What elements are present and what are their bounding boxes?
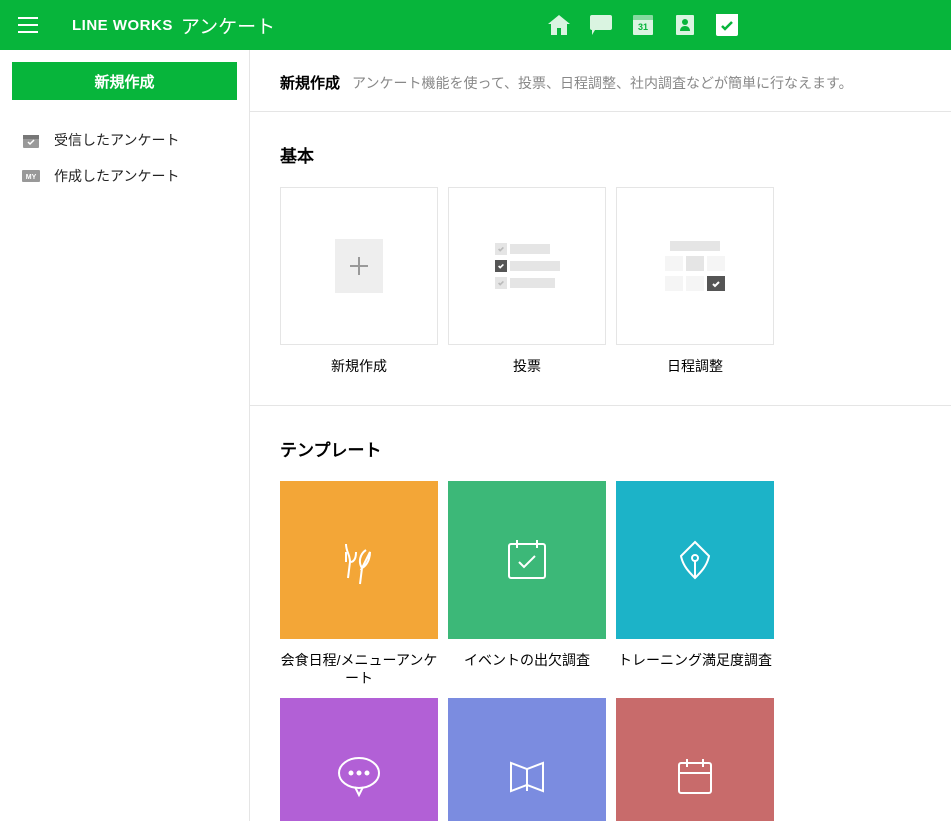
logo-brand: LINE WORKS xyxy=(72,17,173,34)
inbox-icon xyxy=(22,131,40,149)
card-label: イベントの出欠調査 xyxy=(448,651,606,669)
logo-app: アンケート xyxy=(181,12,275,39)
home-icon[interactable] xyxy=(547,13,571,37)
my-icon: MY xyxy=(22,167,40,185)
plus-icon xyxy=(335,239,383,293)
template-card-training[interactable]: トレーニング満足度調査 xyxy=(616,481,774,687)
vote-icon xyxy=(495,243,560,289)
template-card-design[interactable]: デザインへの意見調査 xyxy=(280,698,438,821)
app-header: LINE WORKS アンケート 31 xyxy=(0,0,951,50)
intro-desc: アンケート機能を使って、投票、日程調整、社内調査などが簡単に行なえます。 xyxy=(352,73,853,93)
calendar-icon[interactable]: 31 xyxy=(631,13,655,37)
schedule-icon xyxy=(665,241,725,291)
card-label: 日程調整 xyxy=(616,357,774,375)
header-nav: 31 xyxy=(547,13,739,37)
chat-icon[interactable] xyxy=(589,13,613,37)
svg-text:31: 31 xyxy=(638,22,648,32)
templates-section: テンプレート 会食日程/メニューアンケート イベントの出欠調査 トレーニング満足… xyxy=(250,406,951,821)
card-label: 新規作成 xyxy=(280,357,438,375)
card-label: トレーニング満足度調査 xyxy=(616,651,774,669)
svg-text:MY: MY xyxy=(26,174,37,181)
dining-icon xyxy=(331,532,387,588)
sidebar-item-created[interactable]: MY 作成したアンケート xyxy=(12,158,237,194)
sidebar: 新規作成 受信したアンケート MY 作成したアンケート xyxy=(0,50,250,821)
intro-title: 新規作成 xyxy=(280,72,340,93)
basic-section: 基本 新規作成 xyxy=(250,112,951,406)
main-content: 新規作成 アンケート機能を使って、投票、日程調整、社内調査などが簡単に行なえます… xyxy=(250,50,951,821)
new-survey-button[interactable]: 新規作成 xyxy=(12,62,237,100)
basic-card-vote[interactable]: 投票 xyxy=(448,187,606,375)
intro-bar: 新規作成 アンケート機能を使って、投票、日程調整、社内調査などが簡単に行なえます… xyxy=(250,50,951,112)
book-icon xyxy=(499,749,555,805)
templates-title: テンプレート xyxy=(280,436,921,461)
template-card-dining[interactable]: 会食日程/メニューアンケート xyxy=(280,481,438,687)
basic-card-new[interactable]: 新規作成 xyxy=(280,187,438,375)
card-label: 投票 xyxy=(448,357,606,375)
survey-icon[interactable] xyxy=(715,13,739,37)
sidebar-item-label: 作成したアンケート xyxy=(54,166,179,186)
event-calendar-icon xyxy=(499,532,555,588)
sidebar-item-received[interactable]: 受信したアンケート xyxy=(12,122,237,158)
template-card-5[interactable] xyxy=(448,698,606,821)
menu-button[interactable] xyxy=(12,9,44,41)
template-card-event[interactable]: イベントの出欠調査 xyxy=(448,481,606,687)
template-card-6[interactable] xyxy=(616,698,774,821)
card-label: 会食日程/メニューアンケート xyxy=(280,651,438,687)
basic-title: 基本 xyxy=(280,142,921,167)
contacts-icon[interactable] xyxy=(673,13,697,37)
sidebar-item-label: 受信したアンケート xyxy=(54,130,179,150)
logo: LINE WORKS アンケート xyxy=(72,12,275,39)
speech-icon xyxy=(331,749,387,805)
basic-card-schedule[interactable]: 日程調整 xyxy=(616,187,774,375)
date-icon xyxy=(667,749,723,805)
pen-icon xyxy=(667,532,723,588)
